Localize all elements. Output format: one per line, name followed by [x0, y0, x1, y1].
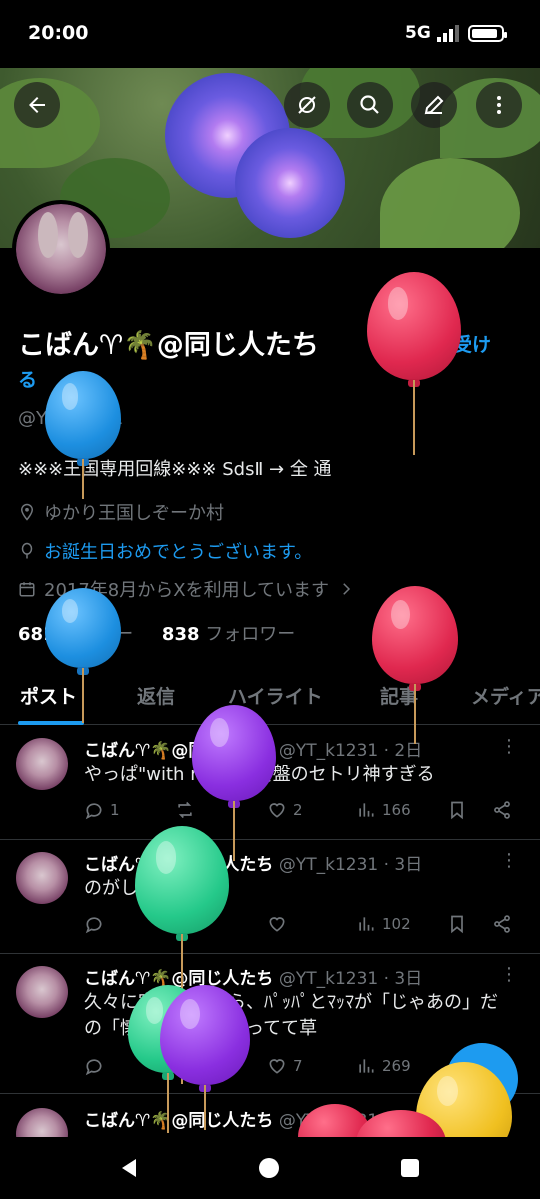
repost-icon: [178, 801, 192, 819]
edit-button[interactable]: [411, 82, 457, 128]
more-vertical-icon: [497, 96, 501, 114]
like-button[interactable]: 2: [267, 800, 303, 820]
tab-highlights[interactable]: ハイライト: [228, 682, 323, 709]
signal-icon: [437, 25, 459, 42]
post-meta: @YT_k1231 · 3日: [278, 969, 423, 989]
post-meta: @YT_k1231 · 3日: [278, 855, 423, 875]
share-button[interactable]: [492, 800, 518, 820]
views-button[interactable]: 102: [356, 914, 411, 934]
post-avatar[interactable]: [16, 966, 68, 1018]
post-author: こばん♈🌴@同じ人たち: [84, 1111, 274, 1131]
search-icon: [360, 95, 379, 114]
repost-button[interactable]: [174, 800, 202, 820]
reply-button[interactable]: [84, 1056, 110, 1076]
views-button[interactable]: 269: [356, 1056, 411, 1076]
system-navbar: [0, 1137, 540, 1199]
birthday-balloon-red-2: [372, 586, 458, 744]
profile-birthday[interactable]: お誕生日おめでとうございます。: [18, 538, 312, 564]
bookmark-icon: [451, 915, 463, 934]
tab-replies[interactable]: 返信: [137, 682, 175, 709]
calendar-icon: [19, 582, 35, 597]
balloon-icon: [21, 542, 33, 559]
edit-icon: [424, 95, 444, 115]
views-icon: [359, 803, 374, 817]
birthday-balloon-blue: [45, 371, 121, 499]
sync-off-icon: [298, 96, 316, 114]
post-more-icon[interactable]: ⋮: [500, 850, 518, 871]
back-button[interactable]: [14, 82, 60, 128]
like-button[interactable]: [267, 914, 293, 934]
post-more-icon[interactable]: ⋮: [500, 964, 518, 985]
reply-button[interactable]: 1: [84, 800, 120, 820]
like-button[interactable]: 7: [267, 1056, 303, 1076]
birthday-balloon-green: [135, 826, 229, 1084]
network-type: 5G: [405, 23, 431, 43]
profile-name: こばん♈🌴@同じ人たち: [18, 330, 319, 361]
birthday-balloon-purple: [192, 705, 276, 861]
reply-icon: [85, 917, 102, 934]
chevron-right-icon: [343, 583, 351, 595]
sync-off-button[interactable]: [284, 82, 330, 128]
heart-icon: [269, 803, 285, 818]
status-bar: 20:00 5G: [0, 0, 540, 68]
profile-tabs: ポスト 返信 ハイライト 記事 メディア: [0, 670, 540, 725]
search-button[interactable]: [347, 82, 393, 128]
views-button[interactable]: 166: [356, 800, 411, 820]
bookmark-icon: [451, 801, 463, 820]
location-pin-icon: [20, 503, 34, 521]
post-avatar[interactable]: [16, 738, 68, 790]
share-icon: [494, 801, 510, 819]
reply-button[interactable]: [84, 914, 110, 934]
birthday-balloon-purple-2: [160, 985, 250, 1130]
profile-bio: ※※※王国専用回線※※※ SdsⅡ → 全 通: [18, 459, 332, 480]
reply-icon: [85, 1059, 102, 1076]
heart-icon: [269, 1059, 285, 1074]
nav-home-icon[interactable]: [258, 1157, 280, 1179]
tab-media[interactable]: メディア: [471, 682, 540, 709]
post-avatar[interactable]: [16, 852, 68, 904]
post-text: やっぱ"with me?"の終盤のセトリ神すぎる: [84, 764, 435, 785]
birthday-balloon-red: [367, 272, 461, 455]
banner-flower-2: [235, 128, 345, 238]
bookmark-button[interactable]: [447, 800, 473, 820]
status-time: 20:00: [28, 22, 89, 44]
followers-link[interactable]: 838 フォロワー: [162, 624, 295, 645]
get-verified-link-cont[interactable]: る: [18, 365, 37, 392]
back-arrow-icon: [29, 97, 45, 113]
tab-posts[interactable]: ポスト: [20, 682, 77, 709]
share-icon: [494, 915, 510, 933]
more-button[interactable]: [476, 82, 522, 128]
post-item[interactable]: こばん♈🌴@同じ人たち @YT_k1231 · 3日 ⋮ のがしんほ... 10…: [0, 840, 540, 954]
heart-icon: [269, 917, 285, 932]
nav-recents-icon[interactable]: [400, 1158, 420, 1178]
birthday-balloon-blue-2: [45, 588, 121, 723]
views-icon: [359, 1059, 374, 1073]
post-more-icon[interactable]: ⋮: [500, 736, 518, 757]
profile-location: ゆかり王国しぞーか村: [18, 499, 224, 525]
bookmark-button[interactable]: [447, 914, 473, 934]
views-icon: [359, 917, 374, 931]
reply-icon: [85, 803, 102, 820]
battery-icon: [468, 25, 507, 42]
profile-avatar[interactable]: [12, 200, 110, 298]
active-tab-indicator: [18, 721, 84, 725]
post-meta: @YT_k1231 · 2日: [278, 741, 423, 761]
nav-back-icon[interactable]: [118, 1157, 140, 1179]
share-button[interactable]: [492, 914, 518, 934]
